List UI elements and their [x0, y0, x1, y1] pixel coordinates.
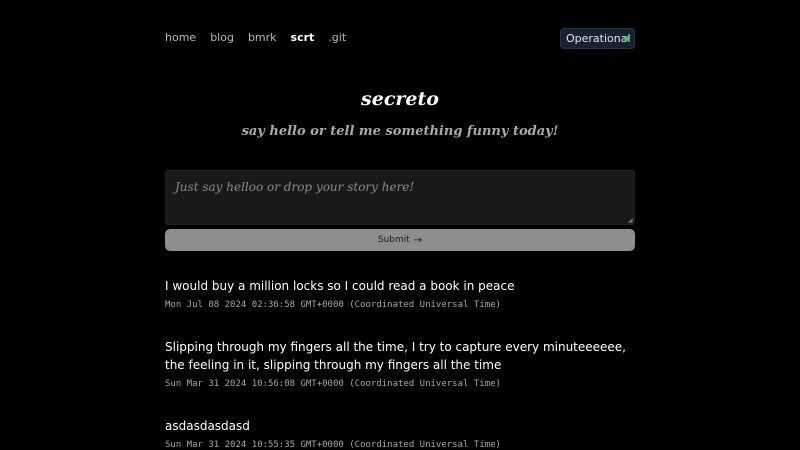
entry-timestamp: Mon Jul 08 2024 02:36:58 GMT+0000 (Coord… [165, 300, 501, 310]
status-label: Operational [566, 32, 631, 45]
page-subtitle: say hello or tell me something funny tod… [241, 124, 559, 139]
entry-message: Slipping through my fingers all the time… [165, 340, 626, 372]
nav-link-scrt[interactable]: scrt [291, 30, 315, 46]
arrow-right-icon: → [413, 234, 423, 246]
status-dot-icon [624, 36, 629, 41]
submit-label: Submit [377, 235, 410, 245]
page-title: secreto [361, 88, 439, 110]
nav-link-home[interactable]: home [165, 30, 196, 46]
top-nav: home blog bmrk scrt .git [165, 30, 360, 46]
message-input[interactable] [165, 170, 635, 225]
entry-message: asdasdasdasd [165, 419, 250, 433]
entry-message: I would buy a million locks so I could r… [165, 279, 515, 293]
resize-handle-icon[interactable]: ◢ [628, 218, 634, 224]
nav-link-blog[interactable]: blog [210, 30, 234, 46]
nav-link-git[interactable]: .git [328, 30, 346, 46]
nav-link-bmrk[interactable]: bmrk [248, 30, 277, 46]
list-item: I would buy a million locks so I could r… [165, 277, 635, 311]
list-item: asdasdasdasd Sun Mar 31 2024 10:55:35 GM… [165, 417, 635, 450]
entry-timestamp: Sun Mar 31 2024 10:55:35 GMT+0000 (Coord… [165, 440, 501, 450]
entry-timestamp: Sun Mar 31 2024 10:56:08 GMT+0000 (Coord… [165, 379, 501, 389]
list-item: Slipping through my fingers all the time… [165, 338, 635, 390]
submit-button[interactable]: Submit → [165, 229, 635, 251]
page: home blog bmrk scrt .git Operational sec… [0, 0, 800, 450]
status-badge[interactable]: Operational [560, 28, 635, 49]
